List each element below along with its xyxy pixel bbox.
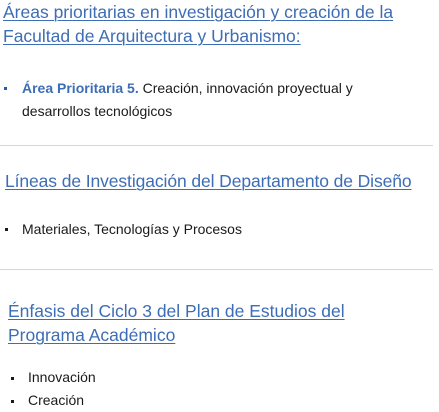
section-divider xyxy=(0,145,433,146)
emphasis-list: Innovación Creación xyxy=(11,366,96,412)
list-item-text: Materiales, Tecnologías y Procesos xyxy=(22,221,242,237)
heading-line: Facultad de Arquitectura y Urbanismo: xyxy=(3,26,301,46)
section-divider xyxy=(0,269,433,270)
section-heading-research-lines[interactable]: Líneas de Investigación del Departamento… xyxy=(5,169,412,193)
heading-line: Énfasis del Ciclo 3 del Plan de Estudios… xyxy=(8,301,345,321)
research-lines-list: Materiales, Tecnologías y Procesos xyxy=(5,218,242,240)
heading-line: Áreas prioritarias en investigación y cr… xyxy=(3,2,394,22)
list-item: Área Prioritaria 5. Creación, innovación… xyxy=(4,77,422,123)
list-item: Creación xyxy=(11,389,96,412)
list-item: Materiales, Tecnologías y Procesos xyxy=(5,218,242,240)
section-heading-cycle-emphasis[interactable]: Énfasis del Ciclo 3 del Plan de Estudios… xyxy=(8,299,345,347)
priority-area-list: Área Prioritaria 5. Creación, innovación… xyxy=(4,77,422,123)
list-item-text: Creación xyxy=(28,392,85,408)
area-label: Área Prioritaria 5. xyxy=(22,80,139,96)
list-item: Innovación xyxy=(11,366,96,389)
bullet-icon xyxy=(11,400,14,403)
list-item-text: Innovación xyxy=(28,369,96,385)
bullet-icon xyxy=(4,87,7,90)
heading-line: Programa Académico xyxy=(8,325,176,345)
section-heading-priority-areas[interactable]: Áreas prioritarias en investigación y cr… xyxy=(3,0,393,48)
bullet-icon xyxy=(5,228,8,231)
bullet-icon xyxy=(11,377,14,380)
heading-line: Líneas de Investigación del Departamento… xyxy=(5,171,412,191)
